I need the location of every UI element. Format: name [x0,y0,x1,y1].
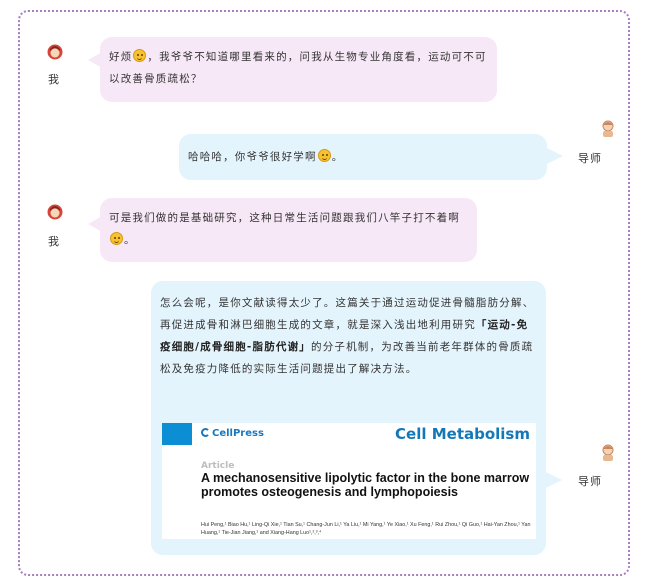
tutor-name: 导师 [578,152,602,165]
tutor-message-1: 哈哈哈，你爷爷很好学啊 。 [179,134,547,180]
student-message-1: 好烦 ，我爷爷不知道哪里看来的，问我从生物专业角度看，运动可不可以改善骨质疏松？ [100,37,497,102]
message-text: ，我爷爷不知道哪里看来的，问我从生物专业角度看，运动可不可以改善骨质疏松？ [109,51,487,85]
paper-title: A mechanosensitive lipolytic factor in t… [201,471,530,499]
paper-authors: Hui Peng,¹ Biao Hu,¹ Ling-Qi Xie,¹ Tian … [201,522,531,536]
paper-screenshot: CellPress Cell Metabolism Article A mech… [162,423,536,539]
student-message-2: 可是我们做的是基础研究，这种日常生活问题跟我们八竿子打不着啊。 [100,198,477,262]
awkward-emoji-icon [110,232,123,245]
message-text: 哈哈哈，你爷爷很好学啊 [188,151,317,163]
journal-name: Cell Metabolism [395,425,530,443]
bubble-tail [546,472,562,488]
message-text: 。 [331,151,344,163]
article-type: Article [201,461,235,471]
publisher-logo: CellPress [201,428,264,439]
student-avatar [47,44,63,60]
bubble-tail [547,148,563,164]
tutor-avatar [602,120,614,137]
message-text: 好烦 [109,51,133,63]
message-text: 。 [124,234,136,246]
cellpress-icon [201,428,210,437]
student-avatar [47,204,63,220]
publisher-name: CellPress [212,428,264,439]
student-name: 我 [48,73,60,86]
confused-emoji-icon [133,49,147,62]
student-name: 我 [48,235,60,248]
smile-emoji-icon [317,149,331,162]
tutor-avatar [602,444,614,461]
tutor-name: 导师 [578,475,602,488]
journal-color-bar [162,423,192,445]
message-text: 可是我们做的是基础研究，这种日常生活问题跟我们八竿子打不着啊 [109,212,460,224]
